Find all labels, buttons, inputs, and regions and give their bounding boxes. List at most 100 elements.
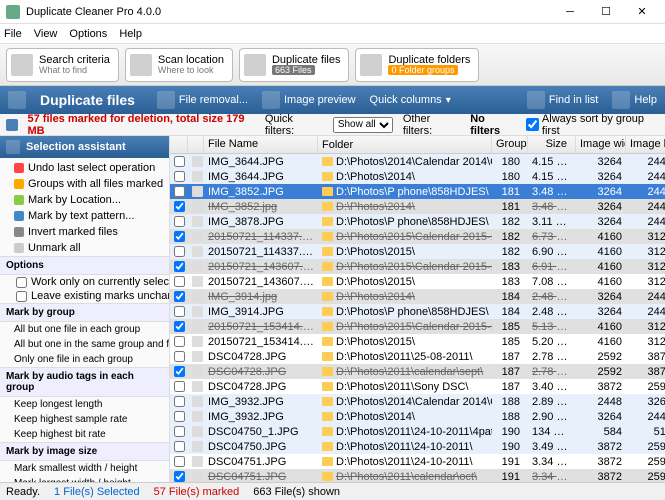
menu-help[interactable]: Help bbox=[119, 28, 142, 40]
folder-icon bbox=[322, 427, 333, 436]
find-in-list-button[interactable]: Find in list bbox=[527, 91, 599, 109]
grid-body[interactable]: IMG_3644.JPGD:\Photos\2014\Calendar 2014… bbox=[170, 154, 665, 482]
assistant-icon bbox=[6, 140, 20, 154]
image-preview-button[interactable]: Image preview bbox=[262, 91, 356, 109]
row-checkbox[interactable] bbox=[174, 396, 185, 407]
sidebar-item[interactable]: All but one in the same group and fold bbox=[0, 337, 169, 352]
row-checkbox[interactable] bbox=[174, 171, 185, 182]
table-row[interactable]: 20150721_143607.jpgD:\Photos\2015\Calend… bbox=[170, 259, 665, 274]
sidebar-item[interactable]: Work only on currently selected rows bbox=[0, 275, 169, 289]
sidebar-op[interactable]: Groups with all files marked bbox=[0, 176, 169, 192]
row-checkbox[interactable] bbox=[174, 186, 185, 197]
table-row[interactable]: IMG_3852.JPGD:\Photos\P phone\858HDJES\1… bbox=[170, 184, 665, 199]
table-row[interactable]: DSC04750_1.JPGD:\Photos\2011\24-10-2011\… bbox=[170, 424, 665, 439]
cell-width: 3264 bbox=[576, 201, 626, 213]
table-row[interactable]: 20150721_143607.jpgD:\Photos\2015\1837.0… bbox=[170, 274, 665, 289]
row-checkbox[interactable] bbox=[174, 426, 185, 437]
cell-width: 2592 bbox=[576, 351, 626, 363]
table-row[interactable]: IMG_3932.JPGD:\Photos\2014\1882.90 MB326… bbox=[170, 409, 665, 424]
table-row[interactable]: 20150721_114337.jpgD:\Photos\2015\1826.9… bbox=[170, 244, 665, 259]
table-row[interactable]: 20150721_153414.jpgD:\Photos\2015\1855.2… bbox=[170, 334, 665, 349]
quick-columns-button[interactable]: Quick columns ▾ bbox=[370, 94, 451, 106]
row-checkbox[interactable] bbox=[174, 366, 185, 377]
cell-width: 3872 bbox=[576, 381, 626, 393]
help-button[interactable]: Help bbox=[612, 91, 657, 109]
row-checkbox[interactable] bbox=[174, 456, 185, 467]
cell-width: 3264 bbox=[576, 186, 626, 198]
file-removal-button[interactable]: File removal... bbox=[157, 91, 248, 109]
row-checkbox[interactable] bbox=[174, 471, 185, 482]
sidebar-op[interactable]: Mark by text pattern... bbox=[0, 208, 169, 224]
table-row[interactable]: IMG_3644.JPGD:\Photos\2014\Calendar 2014… bbox=[170, 154, 665, 169]
row-checkbox[interactable] bbox=[174, 351, 185, 362]
menu-view[interactable]: View bbox=[34, 28, 58, 40]
sidebar-op[interactable]: Unmark all bbox=[0, 240, 169, 256]
cell-width: 3264 bbox=[576, 156, 626, 168]
table-row[interactable]: IMG_3878.JPGD:\Photos\P phone\858HDJES\1… bbox=[170, 214, 665, 229]
table-row[interactable]: IMG_3932.JPGD:\Photos\2014\Calendar 2014… bbox=[170, 394, 665, 409]
sidebar-op[interactable]: Mark by Location... bbox=[0, 192, 169, 208]
row-checkbox[interactable] bbox=[174, 336, 185, 347]
file-icon bbox=[192, 411, 203, 422]
row-checkbox[interactable] bbox=[174, 321, 185, 332]
table-row[interactable]: DSC04750.JPGD:\Photos\2011\24-10-2011\19… bbox=[170, 439, 665, 454]
table-row[interactable]: IMG_3644.JPGD:\Photos\2014\1804.15 MB326… bbox=[170, 169, 665, 184]
table-row[interactable]: 20150721_153414.jpgD:\Photos\2015\Calend… bbox=[170, 319, 665, 334]
table-row[interactable]: DSC04751.JPGD:\Photos\2011\calendar\oct\… bbox=[170, 469, 665, 482]
menu-file[interactable]: File bbox=[4, 28, 22, 40]
table-row[interactable]: IMG_3914.JPGD:\Photos\P phone\858HDJES\1… bbox=[170, 304, 665, 319]
file-icon bbox=[192, 381, 203, 392]
sidebar-item[interactable]: All but one file in each group bbox=[0, 322, 169, 337]
sidebar-item[interactable]: Leave existing marks unchanged bbox=[0, 289, 169, 303]
table-row[interactable]: IMG_3914.jpgD:\Photos\2014\1842.48 MB326… bbox=[170, 289, 665, 304]
cell-folder: D:\Photos\2015\ bbox=[318, 246, 492, 258]
folder-icon bbox=[322, 337, 333, 346]
row-checkbox[interactable] bbox=[174, 291, 185, 302]
table-row[interactable]: IMG_3852.jpgD:\Photos\2014\1813.48 MB326… bbox=[170, 199, 665, 214]
sidebar-item[interactable]: Keep highest bit rate bbox=[0, 427, 169, 442]
sidebar-item[interactable]: Only one file in each group bbox=[0, 352, 169, 367]
close-button[interactable]: ✕ bbox=[625, 2, 659, 22]
row-checkbox[interactable] bbox=[174, 261, 185, 272]
table-row[interactable]: 20150721_114337.jpgD:\Photos\2015\Calend… bbox=[170, 229, 665, 244]
file-icon bbox=[192, 321, 203, 332]
col-check[interactable] bbox=[170, 136, 188, 153]
toolbar-duplicate-folders[interactable]: Duplicate folders0 Folder groups bbox=[355, 48, 479, 82]
quick-filters-select[interactable]: Show all bbox=[333, 117, 393, 133]
maximize-button[interactable]: ☐ bbox=[589, 2, 623, 22]
toolbar-scan-location[interactable]: Scan locationWhere to look bbox=[125, 48, 233, 82]
row-checkbox[interactable] bbox=[174, 246, 185, 257]
sidebar-op[interactable]: Undo last select operation bbox=[0, 160, 169, 176]
row-checkbox[interactable] bbox=[174, 441, 185, 452]
row-checkbox[interactable] bbox=[174, 156, 185, 167]
col-group[interactable]: Group bbox=[492, 136, 528, 153]
sidebar-op[interactable]: Invert marked files bbox=[0, 224, 169, 240]
table-row[interactable]: DSC04728.JPGD:\Photos\2011\Sony DSC\1873… bbox=[170, 379, 665, 394]
menu-options[interactable]: Options bbox=[69, 28, 107, 40]
sort-by-group-toggle[interactable]: Always sort by group first bbox=[526, 113, 659, 137]
row-checkbox[interactable] bbox=[174, 276, 185, 287]
minimize-button[interactable]: ─ bbox=[553, 2, 587, 22]
cell-folder: D:\Photos\2014\ bbox=[318, 411, 492, 423]
sidebar-item[interactable]: Mark smallest width / height bbox=[0, 461, 169, 476]
row-checkbox[interactable] bbox=[174, 231, 185, 242]
folder-icon bbox=[322, 322, 333, 331]
row-checkbox[interactable] bbox=[174, 381, 185, 392]
sidebar-item[interactable]: Keep longest length bbox=[0, 397, 169, 412]
toolbar-search-criteria[interactable]: Search criteriaWhat to find bbox=[6, 48, 119, 82]
table-row[interactable]: DSC04751.JPGD:\Photos\2011\24-10-2011\19… bbox=[170, 454, 665, 469]
col-size[interactable]: Size bbox=[528, 136, 576, 153]
col-width[interactable]: Image width bbox=[576, 136, 626, 153]
col-folder[interactable]: Folder bbox=[318, 136, 492, 153]
file-grid: File Name Folder Group Size Image width … bbox=[170, 136, 665, 482]
row-checkbox[interactable] bbox=[174, 306, 185, 317]
row-checkbox[interactable] bbox=[174, 201, 185, 212]
row-checkbox[interactable] bbox=[174, 411, 185, 422]
col-filename[interactable]: File Name bbox=[204, 136, 318, 153]
table-row[interactable]: DSC04728.JPGD:\Photos\2011\calendar\sept… bbox=[170, 364, 665, 379]
table-row[interactable]: DSC04728.JPGD:\Photos\2011\25-08-2011\18… bbox=[170, 349, 665, 364]
sidebar-item[interactable]: Keep highest sample rate bbox=[0, 412, 169, 427]
col-height[interactable]: Image height bbox=[626, 136, 665, 153]
row-checkbox[interactable] bbox=[174, 216, 185, 227]
toolbar-duplicate-files[interactable]: Duplicate files663 Files bbox=[239, 48, 349, 82]
